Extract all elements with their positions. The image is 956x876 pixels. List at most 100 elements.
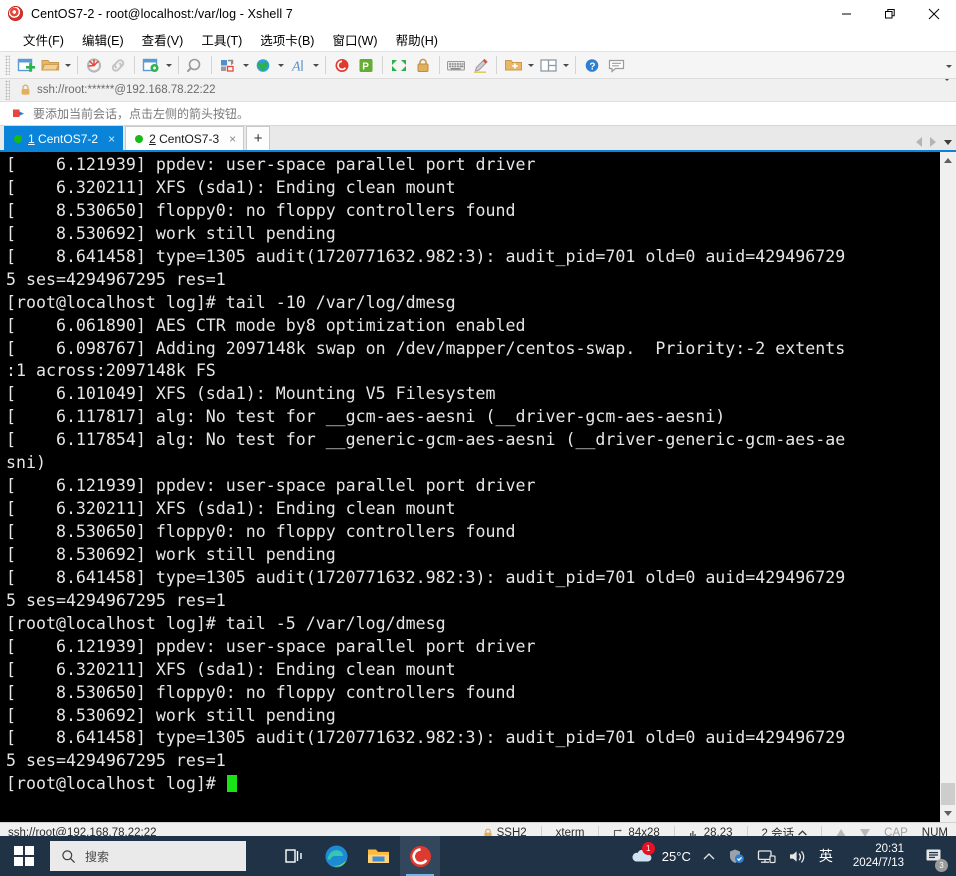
scroll-up-icon[interactable] xyxy=(940,152,956,169)
clock-widget[interactable]: 20:31 2024/7/13 xyxy=(839,836,918,876)
keyboard-icon[interactable] xyxy=(444,53,468,77)
maximize-restore-button[interactable] xyxy=(868,0,912,28)
toolbar-separator xyxy=(77,56,78,74)
taskbar-search-input[interactable]: 搜索 xyxy=(50,841,246,871)
security-icon[interactable] xyxy=(721,836,751,876)
terminal-line: [ 8.530692] work still pending xyxy=(6,544,336,564)
session-properties-icon[interactable] xyxy=(139,53,163,77)
window-controls xyxy=(824,0,956,28)
terminal-scrollbar[interactable] xyxy=(939,152,956,822)
notification-center-button[interactable]: 3 xyxy=(918,836,950,876)
tab-list-icon[interactable] xyxy=(944,139,952,145)
add-folder-dropdown[interactable] xyxy=(525,53,536,77)
find-icon[interactable] xyxy=(183,53,207,77)
menu-tools[interactable]: 工具(T) xyxy=(192,27,251,52)
menu-file[interactable]: 文件(F) xyxy=(14,27,73,52)
layout-dropdown[interactable] xyxy=(560,53,571,77)
xshell-icon[interactable] xyxy=(330,53,354,77)
volume-icon[interactable] xyxy=(782,836,813,876)
terminal-line: [ 6.121939] ppdev: user-space parallel p… xyxy=(6,636,536,656)
ime-indicator[interactable]: 英 xyxy=(813,836,839,876)
link-icon[interactable] xyxy=(106,53,130,77)
menu-window[interactable]: 窗口(W) xyxy=(323,27,386,52)
session-properties-dropdown[interactable] xyxy=(163,53,174,77)
terminal-prompt-line: [root@localhost log]# xyxy=(6,773,939,796)
clock-date: 2024/7/13 xyxy=(852,857,904,869)
toolbar-separator xyxy=(382,56,383,74)
tab-close-icon[interactable]: × xyxy=(229,132,236,146)
terminal-line: [ 6.121939] ppdev: user-space parallel p… xyxy=(6,476,536,496)
taskbar-app-icons xyxy=(274,836,440,876)
add-folder-icon[interactable] xyxy=(501,53,525,77)
file-explorer-icon[interactable] xyxy=(358,836,398,876)
xshell-taskbar-icon[interactable] xyxy=(400,836,440,876)
terminal-line: 5 ses=4294967295 res=1 xyxy=(6,751,226,771)
disconnect-icon[interactable] xyxy=(82,53,106,77)
scrollbar-thumb[interactable] xyxy=(941,783,955,805)
lock-icon[interactable] xyxy=(411,53,435,77)
close-button[interactable] xyxy=(912,0,956,28)
font-icon[interactable]: A xyxy=(286,53,310,77)
terminal-line: [ 8.641458] type=1305 audit(1720771632.9… xyxy=(6,728,846,748)
tray-overflow-button[interactable] xyxy=(697,836,721,876)
toolbar-separator xyxy=(211,56,212,74)
new-session-icon[interactable] xyxy=(14,53,38,77)
weather-widget[interactable]: 1 25°C xyxy=(624,836,697,876)
feedback-icon[interactable] xyxy=(604,53,628,77)
scroll-down-icon[interactable] xyxy=(940,805,956,822)
connection-status-dot xyxy=(14,134,22,143)
globe-icon[interactable] xyxy=(251,53,275,77)
transfer-icon[interactable] xyxy=(216,53,240,77)
tab-centos7-3[interactable]: 2 CentOS7-3 × xyxy=(125,126,245,150)
tab-close-icon[interactable]: × xyxy=(108,132,115,146)
terminal-line: :1 across:2097148k FS xyxy=(6,361,216,381)
hint-bar: 要添加当前会话，点击左侧的箭头按钮。 xyxy=(0,102,956,126)
terminal-line: [ 8.641458] type=1305 audit(1720771632.9… xyxy=(6,246,846,266)
transfer-dropdown[interactable] xyxy=(240,53,251,77)
window-title: CentOS7-2 - root@localhost:/var/log - Xs… xyxy=(31,6,293,21)
menu-help[interactable]: 帮助(H) xyxy=(387,27,447,52)
terminal-line: [ 8.530650] floppy0: no floppy controlle… xyxy=(6,200,516,220)
globe-dropdown[interactable] xyxy=(275,53,286,77)
terminal-line: [ 6.061890] AES CTR mode by8 optimizatio… xyxy=(6,315,526,335)
terminal-line: [ 8.530650] floppy0: no floppy controlle… xyxy=(6,522,516,541)
prev-tab-icon[interactable] xyxy=(916,137,922,147)
menu-view[interactable]: 查看(V) xyxy=(133,27,193,52)
ime-label: 英 xyxy=(818,848,833,864)
scrollbar-track[interactable] xyxy=(940,169,956,805)
menu-edit[interactable]: 编辑(E) xyxy=(73,27,133,52)
address-bar-grip[interactable] xyxy=(5,80,10,100)
toolbar-separator xyxy=(325,56,326,74)
terminal-output[interactable]: [ 6.121939] ppdev: user-space parallel p… xyxy=(0,152,939,822)
task-view-icon[interactable] xyxy=(274,836,314,876)
windows-start-icon[interactable] xyxy=(0,836,48,876)
tab-index: 1 xyxy=(28,131,35,146)
new-tab-button[interactable]: + xyxy=(246,126,271,150)
address-input[interactable]: ssh://root:******@192.168.78.22:22 xyxy=(14,78,956,101)
toolbar-overflow-button[interactable] xyxy=(946,52,952,80)
layout-icon[interactable] xyxy=(536,53,560,77)
open-folder-icon[interactable] xyxy=(38,53,62,77)
fullscreen-icon[interactable] xyxy=(387,53,411,77)
terminal-area: [ 6.121939] ppdev: user-space parallel p… xyxy=(0,152,956,822)
menu-tabs[interactable]: 选项卡(B) xyxy=(251,27,323,52)
toolbar-grip[interactable] xyxy=(5,55,10,75)
chevron-up-icon xyxy=(703,852,715,859)
toolbar: A P ? xyxy=(0,51,956,79)
terminal-line: sni) xyxy=(6,453,46,473)
font-dropdown[interactable] xyxy=(310,53,321,77)
terminal-line: [root@localhost log]# tail -10 /var/log/… xyxy=(6,292,456,312)
tab-centos7-2[interactable]: 1 CentOS7-2 × xyxy=(4,126,124,150)
highlight-icon[interactable] xyxy=(468,53,492,77)
minimize-button[interactable] xyxy=(824,0,868,28)
network-icon[interactable] xyxy=(751,836,782,876)
next-tab-icon[interactable] xyxy=(930,137,936,147)
help-icon[interactable]: ? xyxy=(580,53,604,77)
terminal-line: 5 ses=4294967295 res=1 xyxy=(6,590,226,610)
notification-badge: 3 xyxy=(935,859,948,872)
open-folder-dropdown[interactable] xyxy=(62,53,73,77)
xftp-icon[interactable]: P xyxy=(354,53,378,77)
edge-icon[interactable] xyxy=(316,836,356,876)
chevron-down-icon[interactable] xyxy=(944,78,950,99)
terminal-line: [root@localhost log]# tail -5 /var/log/d… xyxy=(6,613,446,633)
